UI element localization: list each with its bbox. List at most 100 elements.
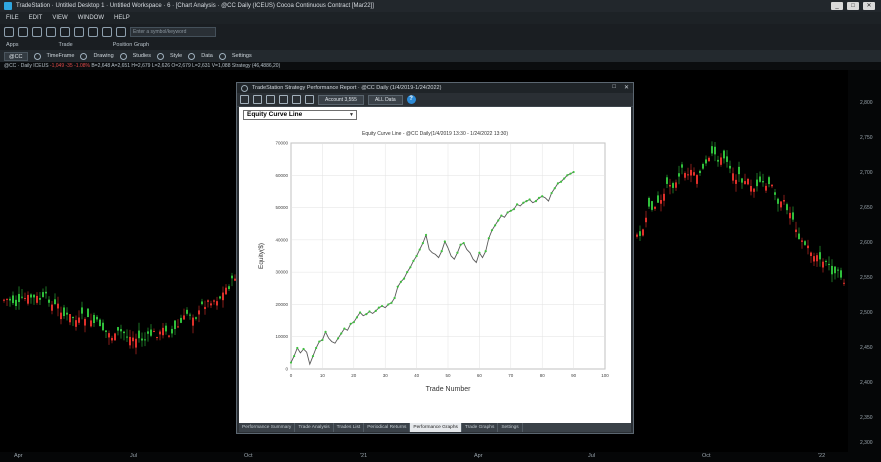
date-range-selector[interactable]: ALL Data <box>367 94 403 105</box>
x-tick-label: 90 <box>571 373 577 378</box>
settings-button[interactable]: Settings <box>232 53 252 59</box>
tab-trade-analysis[interactable]: Trade Analysis <box>295 423 334 432</box>
symbol-status-line: @CC · Daily ICEUS -1,049 -35 -1.08% B=2,… <box>0 62 881 70</box>
print-icon[interactable] <box>46 27 56 37</box>
apps-label[interactable]: Apps <box>6 42 19 48</box>
candle-body <box>192 317 194 326</box>
position-graph-label[interactable]: Position Graph <box>113 42 149 48</box>
y-axis-label: Equity($) <box>258 243 265 269</box>
candle-body <box>153 331 155 333</box>
y-tick-label: 20000 <box>275 302 288 307</box>
equity-point <box>321 338 324 342</box>
candle-body <box>165 325 167 332</box>
equity-point <box>340 332 343 335</box>
minimize-button[interactable]: _ <box>831 2 843 10</box>
candle-body <box>189 314 191 316</box>
grid-icon[interactable] <box>102 27 112 37</box>
equity-point <box>456 251 459 254</box>
candle-body <box>123 331 125 334</box>
candle-body <box>132 337 134 342</box>
symbol-search-input[interactable]: Enter a symbol/keyword <box>130 27 216 37</box>
save-icon[interactable] <box>32 27 42 37</box>
refresh-icon[interactable] <box>74 27 84 37</box>
trade-label[interactable]: Trade <box>59 42 73 48</box>
candle-body <box>129 336 131 346</box>
graph-type-dropdown[interactable]: Equity Curve Line ▼ <box>243 110 357 120</box>
data-button[interactable]: Data <box>201 53 213 59</box>
candle-body <box>51 304 53 311</box>
close-button[interactable]: ✕ <box>863 2 875 10</box>
open-report-icon[interactable] <box>240 95 249 104</box>
timeframe-button[interactable]: TimeFrame <box>47 53 75 59</box>
candle-body <box>729 165 731 169</box>
candle-body <box>810 252 812 257</box>
report-window-controls: □ ✕ <box>612 84 629 91</box>
equity-point <box>563 177 566 180</box>
tab-trades-list[interactable]: Trades List <box>334 423 365 432</box>
link-icon[interactable] <box>88 27 98 37</box>
tab-performance-graphs[interactable]: Performance Graphs <box>410 423 462 432</box>
candle-body <box>60 312 62 320</box>
refresh-report-icon[interactable] <box>266 95 275 104</box>
y-tick-label: 10000 <box>275 334 288 339</box>
menu-help[interactable]: HELP <box>114 15 130 21</box>
help-icon[interactable]: ? <box>406 95 416 104</box>
timeframe-icon <box>33 52 41 60</box>
candle-body <box>645 217 647 223</box>
tab-performance-summary[interactable]: Performance Summary <box>239 423 296 432</box>
tab-trade-graphs[interactable]: Trade Graphs <box>462 423 499 432</box>
equity-point <box>311 354 315 358</box>
status-change: -1,049 -35 -1.08% <box>49 63 90 69</box>
menu-edit[interactable]: EDIT <box>29 15 43 21</box>
equity-point <box>572 170 575 174</box>
x-tick-label: 80 <box>540 373 546 378</box>
equity-point <box>490 229 494 232</box>
candle-body <box>138 330 140 339</box>
export-icon[interactable] <box>279 95 288 104</box>
tab-settings[interactable]: Settings <box>498 423 523 432</box>
tab-periodical-returns[interactable]: Periodical Returns <box>364 423 411 432</box>
save-report-icon[interactable] <box>253 95 262 104</box>
font-size-down-icon[interactable] <box>305 95 314 104</box>
font-size-up-icon[interactable] <box>292 95 301 104</box>
menu-window[interactable]: WINDOW <box>78 15 104 21</box>
y-tick-label: 60000 <box>275 173 288 178</box>
equity-point <box>484 250 487 253</box>
open-icon[interactable] <box>18 27 28 37</box>
time-tick: Oct <box>702 453 711 459</box>
candle-body <box>168 335 170 337</box>
report-close-button[interactable]: ✕ <box>624 84 629 91</box>
candle-body <box>135 338 137 348</box>
candle-body <box>690 169 692 176</box>
candle-body <box>666 177 668 184</box>
candle-body <box>693 172 695 176</box>
price-tick: 2,550 <box>860 275 873 281</box>
candle-body <box>726 156 728 162</box>
report-minimize-button[interactable]: □ <box>612 84 616 91</box>
cube-icon[interactable] <box>116 27 126 37</box>
candle-body <box>804 241 806 245</box>
symbol-selector[interactable]: @CC <box>4 51 28 61</box>
candle-body <box>756 179 758 187</box>
candle-body <box>102 322 104 331</box>
style-button[interactable]: Style <box>170 53 182 59</box>
new-icon[interactable] <box>4 27 14 37</box>
drawing-button[interactable]: Drawing <box>93 53 113 59</box>
equity-point <box>415 254 418 258</box>
candle-body <box>801 240 803 242</box>
candle-body <box>702 164 704 169</box>
candle-body <box>825 260 827 262</box>
menu-file[interactable]: FILE <box>6 15 19 21</box>
candle-body <box>696 175 698 184</box>
account-selector[interactable]: Account 3,555 <box>318 94 364 105</box>
menu-view[interactable]: VIEW <box>52 15 67 21</box>
candle-body <box>786 204 788 211</box>
report-icon <box>241 84 248 92</box>
candle-body <box>9 298 11 301</box>
lock-icon[interactable] <box>60 27 70 37</box>
studies-button[interactable]: Studies <box>133 53 151 59</box>
candle-body <box>54 299 56 305</box>
candle-body <box>120 329 122 332</box>
candle-body <box>735 179 737 184</box>
maximize-button[interactable]: □ <box>847 2 859 10</box>
